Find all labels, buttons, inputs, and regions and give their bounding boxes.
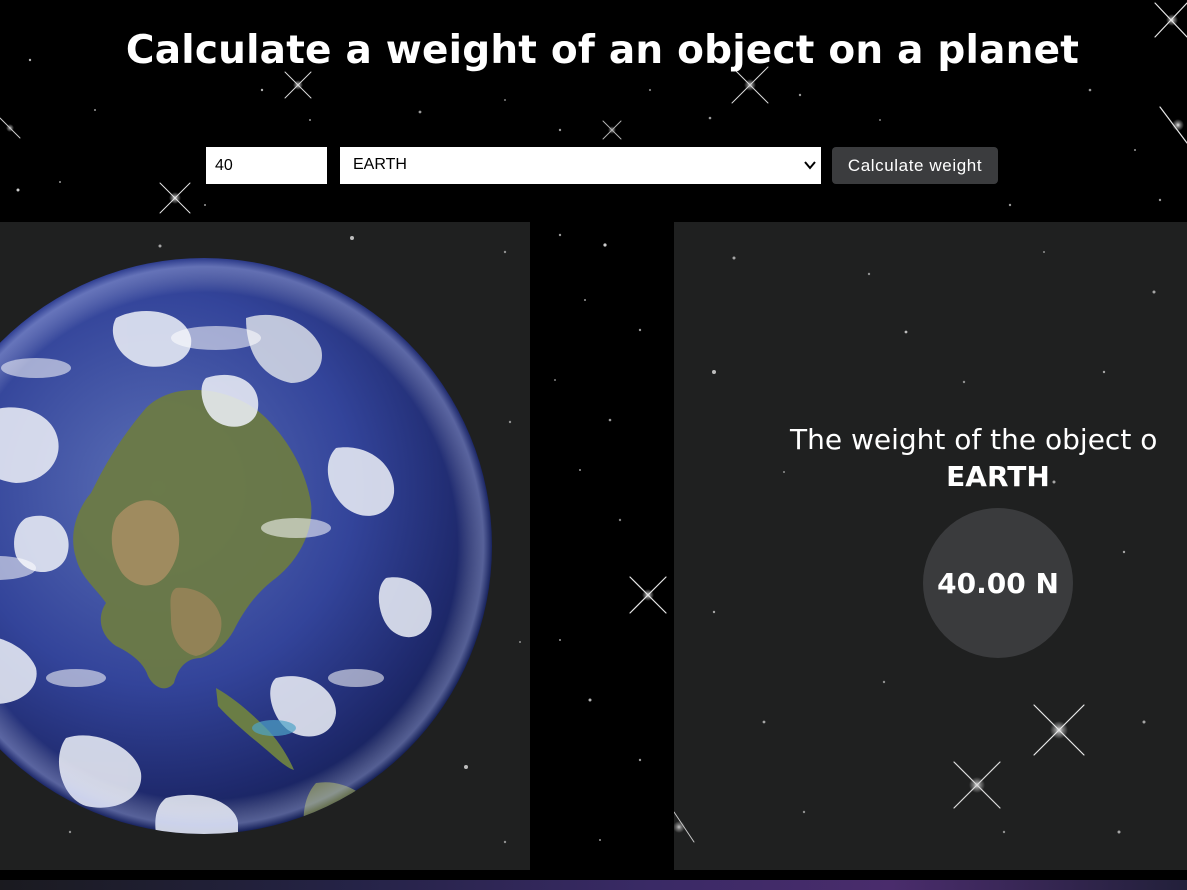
page: Calculate a weight of an object on a pla… [0, 0, 1187, 890]
calculate-weight-button[interactable]: Calculate weight [832, 147, 998, 184]
planet-select-value: EARTH [353, 156, 407, 173]
earth-image [0, 258, 492, 834]
planet-select[interactable]: EARTH [340, 147, 821, 184]
result-weight-value: 40.00 N [937, 566, 1059, 600]
result-planet-name: EARTH [946, 460, 1050, 493]
calculator-form: EARTH Calculate weight [0, 147, 1187, 184]
chevron-down-icon [804, 161, 816, 170]
page-title: Calculate a weight of an object on a pla… [125, 28, 1080, 73]
panel-starfield [674, 251, 1156, 843]
result-text: The weight of the object o [790, 423, 1158, 456]
result-panel: The weight of the object o EARTH 40.00 N [674, 222, 1187, 870]
footer-strip [0, 880, 1187, 890]
planet-image-panel [0, 222, 530, 870]
mass-input[interactable] [206, 147, 327, 184]
result-badge: 40.00 N [923, 508, 1073, 658]
